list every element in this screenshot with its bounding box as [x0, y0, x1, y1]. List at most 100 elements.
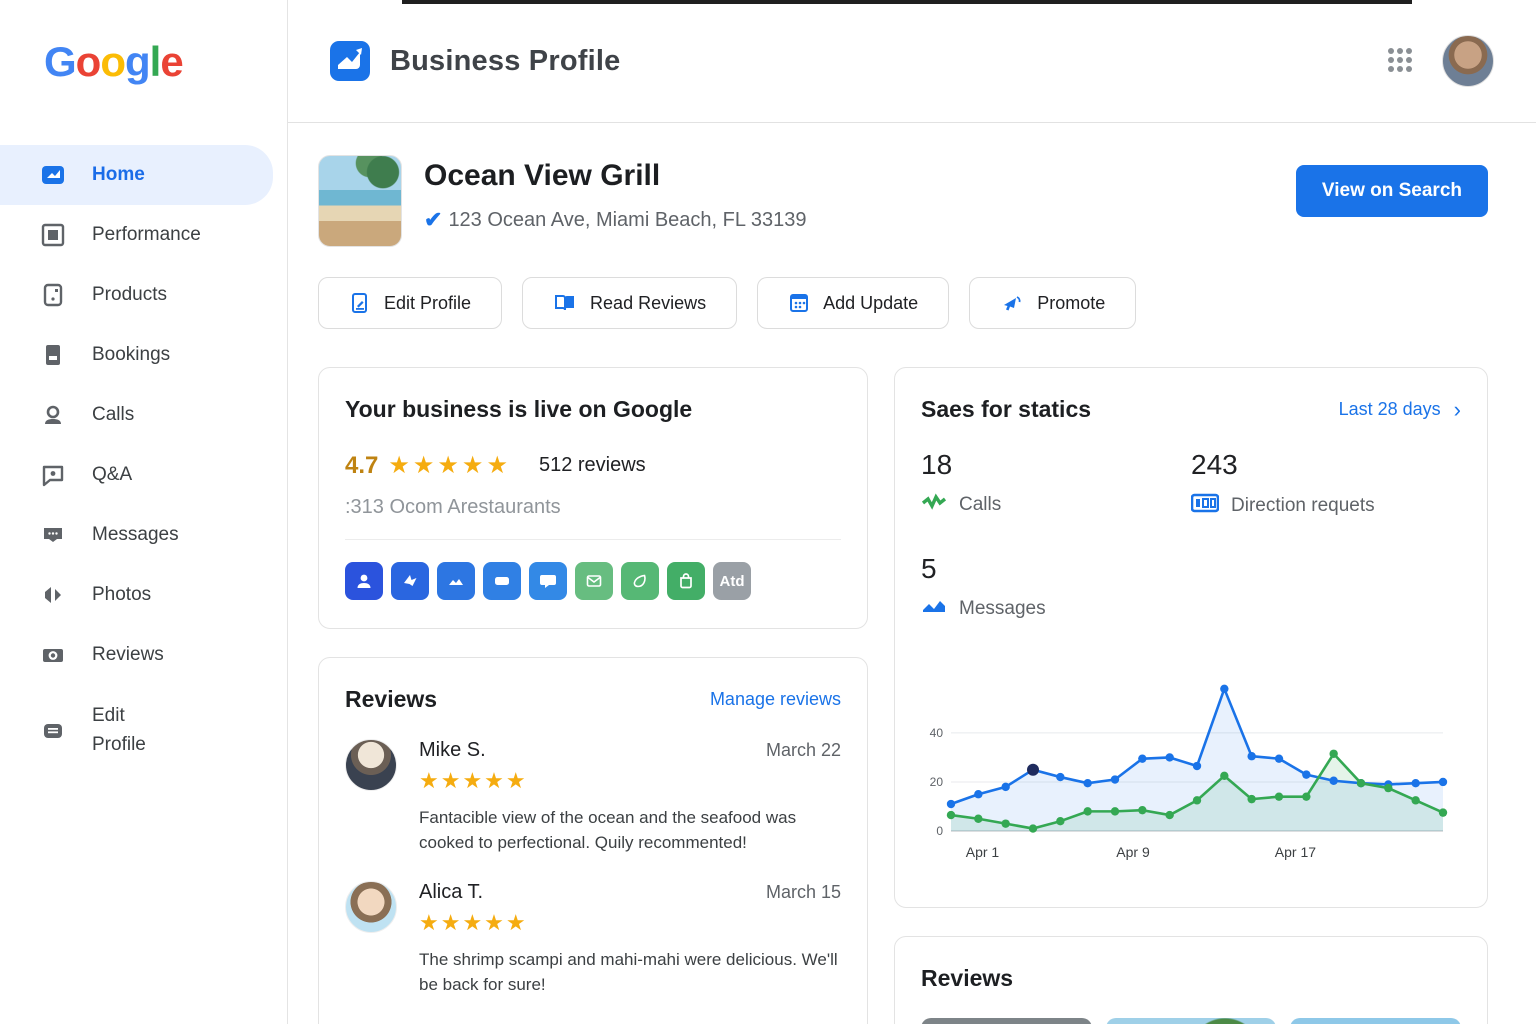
chat-bubble-icon[interactable]	[529, 562, 567, 600]
sidebar-item-products[interactable]: Products	[0, 265, 287, 325]
stats-card-title: Saes for statics	[921, 396, 1091, 423]
sidebar-item-performance[interactable]: Performance	[0, 205, 287, 265]
home-dashboard-icon	[40, 162, 66, 188]
review-stars: ★★★★★	[419, 910, 841, 936]
stat-messages: 5 Messages	[921, 553, 1191, 621]
sidebar-item-qa[interactable]: Q&A	[0, 445, 287, 505]
megaphone-icon	[1000, 292, 1024, 314]
date-range-link[interactable]: Last 28 days ›	[1339, 397, 1461, 423]
green-trend-icon	[921, 493, 947, 517]
review-text: The shrimp scampi and mahi-mahi were del…	[419, 948, 841, 997]
svg-text:Apr 17: Apr 17	[1275, 844, 1316, 860]
mail-icon[interactable]	[575, 562, 613, 600]
seafood-dish-photo[interactable]	[921, 1018, 1092, 1024]
review-count: 512 reviews	[539, 454, 646, 477]
manage-reviews-link[interactable]: Manage reviews	[710, 689, 841, 710]
sidebar-item-label: Q&A	[92, 464, 132, 486]
business-address: 123 Ocean Ave, Miami Beach, FL 33139	[448, 209, 806, 232]
stats-card: Saes for statics Last 28 days › 18	[894, 367, 1488, 908]
pin-flag-icon[interactable]	[391, 562, 429, 600]
reviewer-name: Alica T.	[419, 881, 483, 904]
directions-card-icon	[1191, 493, 1219, 519]
sidebar-item-label: Reviews	[92, 644, 164, 666]
products-icon	[40, 282, 66, 308]
sidebar-item-reviews[interactable]: Reviews	[0, 625, 287, 685]
review-date: March 22	[766, 740, 841, 761]
leaf-icon[interactable]	[621, 562, 659, 600]
business-header: Ocean View Grill ✔ 123 Ocean Ave, Miami …	[318, 155, 1488, 247]
rating-stars: ★★★★★	[388, 451, 511, 480]
sidebar-item-home[interactable]: Home	[0, 145, 273, 205]
business-profile-app: Google Home Performance Products	[0, 0, 1536, 1024]
svg-text:40: 40	[930, 726, 944, 740]
top-header: Business Profile	[288, 0, 1536, 123]
open-book-icon	[553, 292, 577, 314]
stat-value: 18	[921, 449, 1191, 481]
rating-value: 4.7	[345, 452, 378, 480]
sidebar-item-label: Photos	[92, 584, 151, 606]
view-on-search-button[interactable]: View on Search	[1296, 165, 1488, 217]
svg-text:0: 0	[936, 824, 943, 838]
stat-value: 243	[1191, 449, 1461, 481]
sidebar-item-label: Performance	[92, 224, 201, 246]
palm-trees-photo[interactable]	[1106, 1018, 1277, 1024]
sidebar-item-label: Bookings	[92, 344, 170, 366]
top-dark-strip	[402, 0, 1412, 4]
apps-grid-icon[interactable]	[1388, 48, 1414, 74]
sidebar-nav: Home Performance Products Bookings	[0, 123, 287, 776]
add-update-button[interactable]: Add Update	[757, 277, 949, 329]
reviews-card: Reviews Manage reviews Mike S. March 22 …	[318, 657, 868, 1024]
reviewer-name: Mike S.	[419, 739, 486, 762]
svg-text:20: 20	[930, 775, 944, 789]
card-icon[interactable]	[483, 562, 521, 600]
stat-value: 5	[921, 553, 1191, 585]
edit-profile-button[interactable]: Edit Profile	[318, 277, 502, 329]
photos-reviews-card: Reviews	[894, 936, 1488, 1024]
sidebar-item-messages[interactable]: Messages	[0, 505, 287, 565]
main-content: Ocean View Grill ✔ 123 Ocean Ave, Miami …	[288, 123, 1536, 1024]
business-profile-logo-icon	[330, 41, 370, 81]
sidebar-item-photos[interactable]: Photos	[0, 565, 287, 625]
reviewer-avatar	[345, 739, 397, 791]
bookings-icon	[40, 342, 66, 368]
photo-icon[interactable]	[437, 562, 475, 600]
verified-check-icon: ✔	[424, 207, 442, 233]
person-icon[interactable]	[345, 562, 383, 600]
photos-icon	[40, 582, 66, 608]
sidebar-item-edit-profile[interactable]: Edit Profile	[0, 685, 287, 776]
business-name: Ocean View Grill	[424, 159, 806, 193]
atd-badge[interactable]: Atd	[713, 562, 751, 600]
messages-icon	[40, 522, 66, 548]
sidebar: Google Home Performance Products	[0, 0, 288, 1024]
svg-text:Apr 1: Apr 1	[966, 844, 1000, 860]
stat-calls: 18 Calls	[921, 449, 1191, 519]
edit-document-icon	[349, 292, 371, 314]
divider	[345, 539, 841, 540]
live-status-card: Your business is live on Google 4.7 ★★★★…	[318, 367, 868, 629]
promote-button[interactable]: Promote	[969, 277, 1136, 329]
business-thumbnail	[318, 155, 402, 247]
beach-hut-photo[interactable]	[1290, 1018, 1461, 1024]
stat-direction-requests: 243 Direction requets	[1191, 449, 1461, 519]
sidebar-item-label: Home	[92, 164, 145, 186]
review-text: Fantacible view of the ocean and the sea…	[419, 806, 841, 855]
performance-icon	[40, 222, 66, 248]
user-avatar[interactable]	[1442, 35, 1494, 87]
header-right	[1388, 35, 1494, 87]
sidebar-item-label: Messages	[92, 524, 179, 546]
review-item: Alica T. March 15 ★★★★★ The shrimp scamp…	[345, 881, 841, 997]
edit-profile-icon	[40, 718, 66, 744]
review-date: March 15	[766, 882, 841, 903]
bag-icon[interactable]	[667, 562, 705, 600]
live-card-subtitle: :313 Ocom Arestaurants	[345, 496, 841, 519]
calls-icon	[40, 402, 66, 428]
google-logo: Google	[0, 0, 287, 123]
read-reviews-button[interactable]: Read Reviews	[522, 277, 737, 329]
svg-text:Apr 9: Apr 9	[1116, 844, 1150, 860]
photos-card-title: Reviews	[921, 965, 1461, 992]
sidebar-item-bookings[interactable]: Bookings	[0, 325, 287, 385]
sidebar-item-label: Calls	[92, 404, 134, 426]
sidebar-item-calls[interactable]: Calls	[0, 385, 287, 445]
review-item: Mike S. March 22 ★★★★★ Fantacible view o…	[345, 739, 841, 855]
rating-row: 4.7 ★★★★★ 512 reviews	[345, 451, 841, 480]
